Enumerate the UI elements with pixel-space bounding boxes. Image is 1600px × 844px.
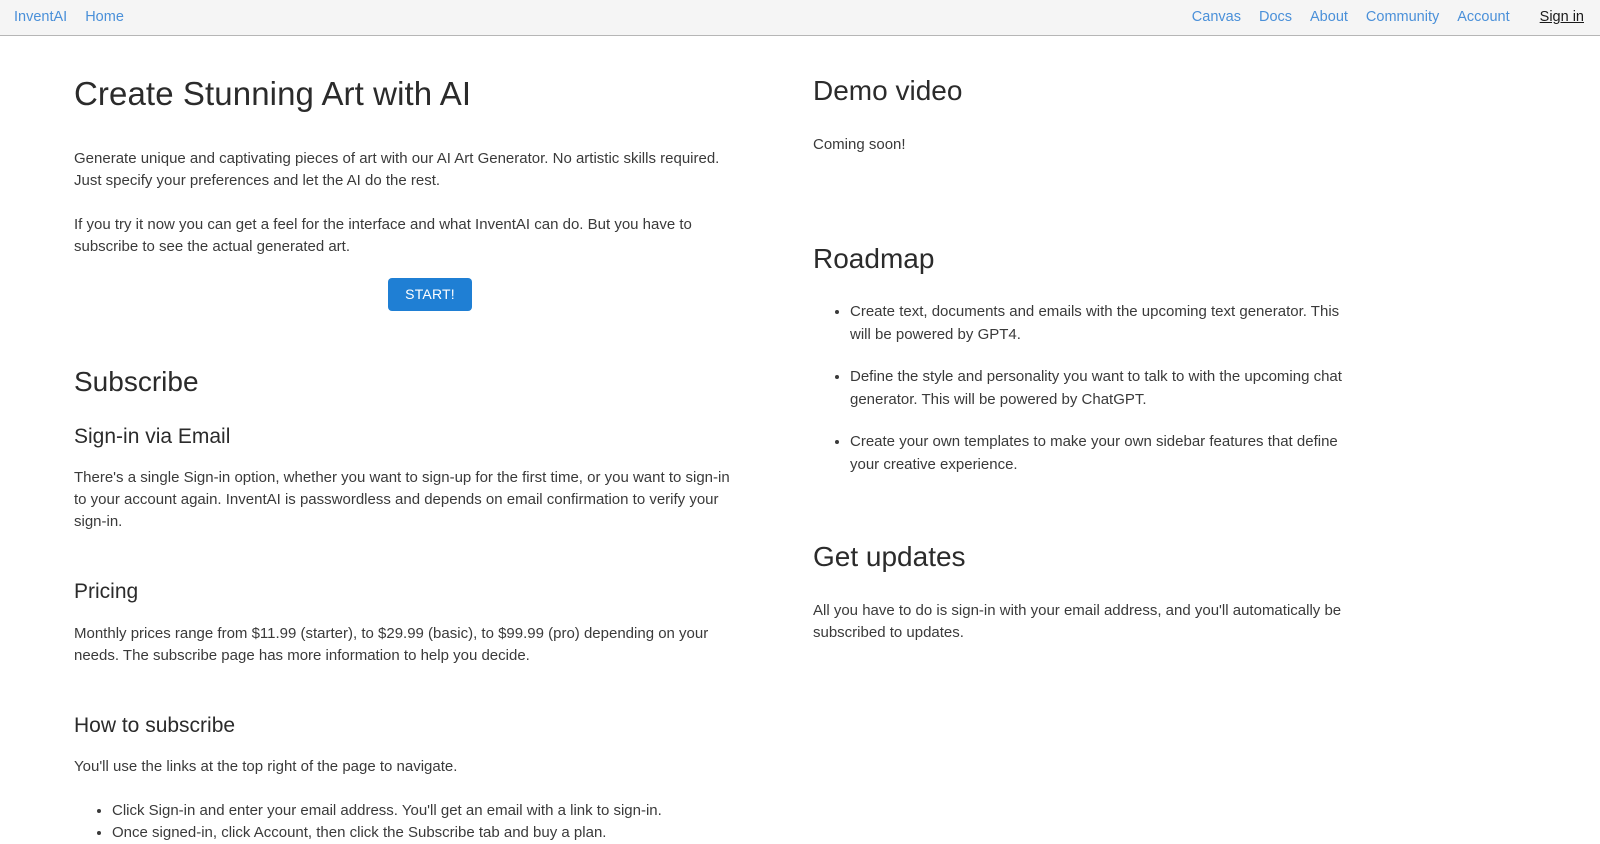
right-column: Demo video Coming soon! Roadmap Create t… <box>740 74 1360 666</box>
nav-link-canvas[interactable]: Canvas <box>1192 10 1241 25</box>
how-to-subscribe-paragraph: You'll use the links at the top right of… <box>74 756 740 778</box>
page-content: Create Stunning Art with AI Generate uni… <box>0 36 1600 844</box>
get-updates-heading: Get updates <box>813 540 1360 574</box>
nav-link-community[interactable]: Community <box>1366 10 1439 25</box>
navbar-right-group: Canvas Docs About Community Account Sign… <box>1192 10 1600 25</box>
roadmap-list: Create text, documents and emails with t… <box>813 301 1360 476</box>
page-title: Create Stunning Art with AI <box>74 74 740 114</box>
demo-video-heading: Demo video <box>813 74 1360 108</box>
top-navbar: InventAI Home Canvas Docs About Communit… <box>0 0 1600 36</box>
list-item: Create text, documents and emails with t… <box>850 301 1360 346</box>
get-updates-text: All you have to do is sign-in with your … <box>813 600 1360 644</box>
brand-link-inventai[interactable]: InventAI <box>14 10 67 25</box>
start-button[interactable]: START! <box>388 278 472 311</box>
signin-via-email-heading: Sign-in via Email <box>74 424 740 449</box>
nav-link-home[interactable]: Home <box>85 10 124 25</box>
how-to-subscribe-heading: How to subscribe <box>74 713 740 738</box>
spacer <box>74 311 740 365</box>
navbar-left-group: InventAI Home <box>0 10 124 25</box>
list-item: Define the style and personality you wan… <box>850 366 1360 411</box>
sign-in-link[interactable]: Sign in <box>1540 10 1584 25</box>
list-item: Click Sign-in and enter your email addre… <box>112 800 740 822</box>
subscribe-heading: Subscribe <box>74 365 740 399</box>
spacer <box>813 476 1360 540</box>
pricing-heading: Pricing <box>74 579 740 604</box>
try-it-paragraph: If you try it now you can get a feel for… <box>74 214 740 258</box>
nav-link-docs[interactable]: Docs <box>1259 10 1292 25</box>
list-item: Create your own templates to make your o… <box>850 431 1360 476</box>
roadmap-heading: Roadmap <box>813 242 1360 276</box>
start-button-row: START! <box>74 278 786 311</box>
signin-paragraph: There's a single Sign-in option, whether… <box>74 467 740 533</box>
nav-link-about[interactable]: About <box>1310 10 1348 25</box>
spacer <box>74 689 740 713</box>
demo-video-text: Coming soon! <box>813 134 1360 156</box>
list-item: Once signed-in, click Account, then clic… <box>112 822 740 844</box>
left-column: Create Stunning Art with AI Generate uni… <box>0 74 740 844</box>
spacer <box>813 178 1360 242</box>
intro-paragraph: Generate unique and captivating pieces o… <box>74 148 740 192</box>
how-to-subscribe-list: Click Sign-in and enter your email addre… <box>74 800 740 844</box>
nav-link-account[interactable]: Account <box>1457 10 1509 25</box>
spacer <box>74 555 740 579</box>
pricing-paragraph: Monthly prices range from $11.99 (starte… <box>74 623 740 667</box>
